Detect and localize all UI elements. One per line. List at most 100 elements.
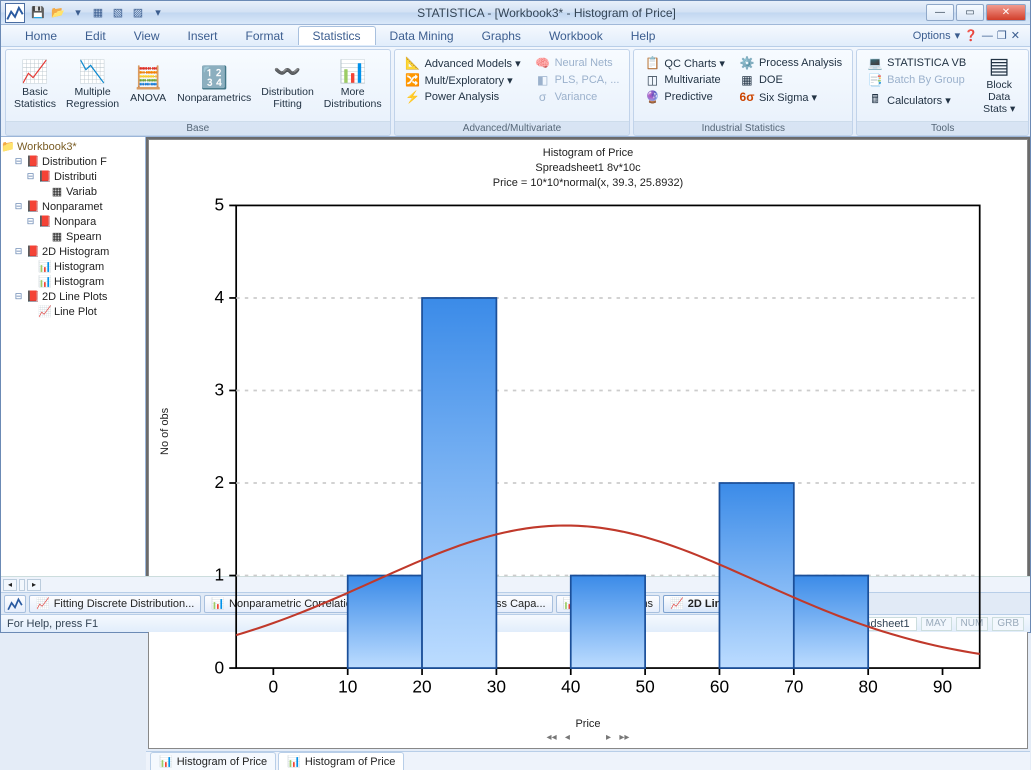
tree-leaf[interactable]: 📊Histogram [1, 259, 145, 274]
window-title: STATISTICA - [Workbook3* - Histogram of … [167, 6, 926, 20]
minimize-button[interactable]: — [926, 4, 954, 21]
collapse-icon[interactable]: ⊟ [25, 171, 36, 182]
tree-label: 2D Histogram [42, 246, 109, 258]
tree-label: Line Plot [54, 306, 97, 318]
tree-node[interactable]: ⊟📕2D Line Plots [1, 289, 145, 304]
qat-dropdown-icon[interactable]: ▾ [69, 4, 87, 22]
btn-nonparametrics[interactable]: 🔢Nonparametrics [173, 53, 255, 115]
btn-advanced-models[interactable]: 📐Advanced Models ▾ [402, 55, 524, 71]
btn-distribution-fitting[interactable]: 〰️Distribution Fitting [257, 53, 318, 115]
tree-leaf[interactable]: 📊Histogram [1, 274, 145, 289]
lbl-predictive: Predictive [664, 91, 712, 103]
svg-text:5: 5 [214, 195, 224, 215]
menu-help[interactable]: Help [617, 27, 670, 45]
calculators-icon: 🖩 [867, 90, 883, 111]
doc-tab[interactable]: 📊Histogram of Price [150, 752, 276, 770]
btn-six-sigma[interactable]: 6σSix Sigma ▾ [736, 89, 845, 105]
close-button[interactable]: ✕ [986, 4, 1026, 21]
svg-text:30: 30 [487, 676, 506, 696]
tree-leaf[interactable]: 📈Line Plot [1, 304, 145, 319]
btn-neural-nets[interactable]: 🧠Neural Nets [532, 55, 623, 71]
save-icon[interactable]: 💾 [29, 4, 47, 22]
scroll-thumb[interactable] [19, 579, 25, 591]
mdi-restore-icon[interactable]: ❐ [997, 29, 1007, 42]
chart-ylabel: No of obs [159, 408, 171, 455]
btn-anova[interactable]: 🧮ANOVA [125, 53, 171, 115]
doc-tab[interactable]: 📊Histogram of Price [278, 752, 404, 770]
tree-root[interactable]: 📁Workbook3* [1, 139, 145, 154]
menu-insert[interactable]: Insert [174, 27, 232, 45]
tree-node[interactable]: ⊟📕2D Histogram [1, 244, 145, 259]
menu-home[interactable]: Home [11, 27, 71, 45]
btn-multivariate[interactable]: ◫ Multivariate [641, 72, 728, 88]
lbl-basic-statistics: Basic Statistics [14, 86, 56, 110]
open-icon[interactable]: 📂 [49, 4, 67, 22]
scroll-right-icon[interactable]: ▸ [27, 579, 41, 591]
tree-label: Nonpara [54, 216, 96, 228]
btn-predictive[interactable]: 🔮Predictive [641, 89, 728, 105]
tree-leaf[interactable]: ▦Variab [1, 184, 145, 199]
btn-batch-by-group[interactable]: 📑Batch By Group [864, 72, 969, 88]
tree-label: Histogram [54, 261, 104, 273]
folder-red-icon: 📕 [26, 200, 40, 213]
menu-options[interactable]: Options [913, 30, 951, 42]
workbook-tree[interactable]: 📁Workbook3* ⊟📕Distribution F ⊟📕Distribut… [1, 137, 146, 576]
tree-leaf[interactable]: ▦Spearn [1, 229, 145, 244]
add-report-icon[interactable]: ▧ [109, 4, 127, 22]
mdi-close-icon[interactable]: ✕ [1011, 29, 1020, 42]
menu-data-mining[interactable]: Data Mining [376, 27, 468, 45]
menu-edit[interactable]: Edit [71, 27, 120, 45]
tree-label: Variab [66, 186, 97, 198]
folder-red-icon: 📕 [26, 290, 40, 303]
scroll-left-icon[interactable]: ◂ [3, 579, 17, 591]
qat-more-icon[interactable]: ▾ [149, 4, 167, 22]
zoom-controls[interactable]: ◂◂ ◂ ▸ ▸▸ [161, 730, 1015, 744]
menu-view[interactable]: View [120, 27, 174, 45]
collapse-icon[interactable]: ⊟ [13, 201, 24, 212]
collapse-icon[interactable]: ⊟ [25, 216, 36, 227]
btn-power-analysis[interactable]: ⚡Power Analysis [402, 89, 524, 105]
menu-statistics[interactable]: Statistics [298, 26, 376, 45]
mdi-minimize-icon[interactable]: — [982, 30, 993, 42]
menu-options-dropdown-icon[interactable]: ▾ [955, 29, 961, 42]
doc-tabstrip: 📊Histogram of Price 📊Histogram of Price [146, 751, 1030, 770]
folder-icon: 📁 [1, 140, 15, 153]
mult-exploratory-icon: 🔀 [405, 73, 421, 87]
tree-node[interactable]: ⊟📕Nonparamet [1, 199, 145, 214]
tree-node[interactable]: ⊟📕Nonpara [1, 214, 145, 229]
btn-doe[interactable]: ▦DOE [736, 72, 845, 88]
add-workbook-icon[interactable]: ▦ [89, 4, 107, 22]
btn-statistica-vb[interactable]: 💻STATISTICA VB [864, 55, 969, 71]
collapse-icon[interactable]: ⊟ [13, 246, 24, 257]
maximize-button[interactable]: ▭ [956, 4, 984, 21]
collapse-icon[interactable]: ⊟ [13, 156, 24, 167]
chart-plot: No of obs 0123450102030405060708090 [167, 195, 997, 717]
menu-format[interactable]: Format [232, 27, 298, 45]
svg-text:1: 1 [214, 564, 224, 584]
collapse-icon[interactable]: ⊟ [13, 291, 24, 302]
tree-label: Nonparamet [42, 201, 103, 213]
multivariate-icon: ◫ [644, 73, 660, 87]
btn-qc-charts[interactable]: 📋QC Charts ▾ [641, 55, 728, 71]
tree-node[interactable]: ⊟📕Distribution F [1, 154, 145, 169]
mdi-task-app[interactable] [4, 595, 26, 613]
lbl-pls-pca: PLS, PCA, ... [555, 74, 620, 86]
btn-mult-exploratory[interactable]: 🔀Mult/Exploratory ▾ [402, 72, 524, 88]
btn-block-data-stats[interactable]: ▤Block Data Stats ▾ [974, 53, 1024, 115]
help-icon[interactable]: ❓ [964, 29, 978, 42]
add-word-icon[interactable]: ▨ [129, 4, 147, 22]
btn-basic-statistics[interactable]: 📈Basic Statistics [10, 53, 60, 115]
menu-workbook[interactable]: Workbook [535, 27, 617, 45]
btn-variance[interactable]: σVariance [532, 89, 623, 105]
folder-red-icon: 📕 [38, 215, 52, 228]
btn-process-analysis[interactable]: ⚙️Process Analysis [736, 55, 845, 71]
tree-node[interactable]: ⊟📕Distributi [1, 169, 145, 184]
btn-multiple-regression[interactable]: 📉Multiple Regression [62, 53, 123, 115]
lbl-multiple-regression: Multiple Regression [66, 86, 119, 110]
btn-more-distributions[interactable]: 📊More Distributions [320, 53, 386, 115]
menu-graphs[interactable]: Graphs [468, 27, 535, 45]
lbl-multivariate: Multivariate [664, 74, 720, 86]
btn-pls-pca[interactable]: ◧PLS, PCA, ... [532, 72, 623, 88]
btn-calculators[interactable]: 🖩Calculators ▾ [864, 89, 969, 112]
chart-frame[interactable]: Histogram of Price Spreadsheet1 8v*10c P… [148, 139, 1028, 749]
